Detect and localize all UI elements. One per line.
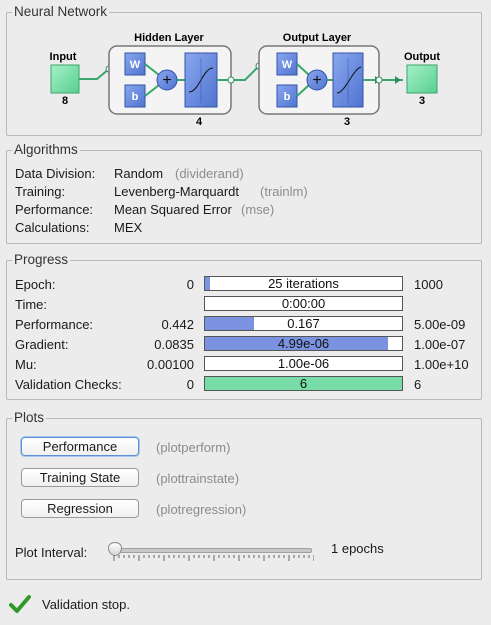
progress-start-validation: 0 [186, 377, 194, 392]
progress-bar-mu: 1.00e-06 [204, 356, 403, 371]
algo-value-performance: Mean Squared Error [114, 202, 232, 217]
algorithms-title: Algorithms [12, 142, 80, 157]
progress-label-epoch: Epoch: [15, 277, 56, 292]
progress-label-gradient: Gradient: [15, 337, 69, 352]
hidden-layer-label: Hidden Layer [134, 32, 204, 44]
progress-bar-performance: 0.167 [204, 316, 403, 331]
progress-value-time: 0:00:00 [281, 296, 326, 311]
progress-end-gradient: 1.00e-07 [414, 337, 466, 352]
plot-regression-fn: (plotregression) [156, 502, 247, 517]
algo-label-training: Training: [15, 184, 66, 199]
progress-end-epoch: 1000 [414, 277, 443, 292]
network-diagram: Input 8 Hidden Layer W b + 4 Output Laye… [50, 32, 441, 128]
hidden-b-label: b [132, 91, 139, 103]
progress-label-mu: Mu: [15, 357, 37, 372]
output-layer-size: 3 [344, 116, 350, 128]
hidden-size: 4 [196, 116, 203, 128]
progress-value-gradient: 4.99e-06 [277, 336, 330, 351]
plot-trainstate-button[interactable]: Training State [21, 468, 139, 487]
progress-bar-gradient: 4.99e-06 [204, 336, 403, 351]
output-label: Output [404, 51, 440, 63]
progress-value-validation: 6 [299, 376, 308, 391]
output-size: 3 [419, 95, 425, 107]
algo-value-calculations: MEX [114, 220, 143, 235]
algo-label-division: Data Division: [15, 166, 96, 181]
plot-interval-value: 1 epochs [331, 541, 384, 556]
svg-text:+: + [312, 72, 321, 89]
algo-fn-training: (trainlm) [260, 184, 308, 199]
input-size: 8 [62, 95, 68, 107]
plots-title: Plots [12, 410, 47, 425]
progress-start-gradient: 0.0835 [154, 337, 194, 352]
progress-end-performance: 5.00e-09 [414, 317, 466, 332]
progress-title: Progress [12, 252, 71, 267]
algo-value-training: Levenberg-Marquardt [114, 184, 240, 199]
algo-value-division: Random [114, 166, 164, 181]
output-layer-label: Output Layer [283, 32, 352, 44]
progress-start-mu: 0.00100 [147, 357, 194, 372]
plot-performance-fn: (plotperform) [156, 440, 231, 455]
algo-fn-performance: (mse) [241, 202, 275, 217]
plot-interval-slider[interactable] [108, 540, 314, 562]
status-text: Validation stop. [42, 597, 130, 612]
progress-value-performance: 0.167 [287, 316, 320, 331]
progress-bar-validation: 6 [204, 376, 403, 391]
plot-performance-button[interactable]: Performance [21, 437, 139, 456]
progress-bar-epoch: 25 iterations [204, 276, 403, 291]
progress-bar-time: 0:00:00 [204, 296, 403, 311]
progress-end-mu: 1.00e+10 [414, 357, 469, 372]
output-node [406, 64, 438, 94]
hidden-w-label: W [130, 59, 141, 71]
progress-label-time: Time: [15, 297, 48, 312]
slider-ticks [113, 555, 314, 561]
output-b-label: b [284, 91, 291, 103]
neural-network-panel: Neural Network Input 8 Hidden Layer W b … [6, 4, 482, 136]
plot-regression-button[interactable]: Regression [21, 499, 139, 518]
output-w-label: W [282, 59, 293, 71]
svg-text:+: + [162, 72, 171, 89]
algo-fn-division: (dividerand) [175, 166, 244, 181]
progress-value-epoch: 25 iterations [268, 276, 339, 291]
progress-label-performance: Performance: [15, 317, 94, 332]
algo-label-calculations: Calculations: [15, 220, 90, 235]
input-node [50, 64, 80, 94]
checkmark-icon [9, 595, 31, 613]
progress-label-validation: Validation Checks: [15, 377, 122, 392]
progress-value-mu: 1.00e-06 [277, 356, 330, 371]
progress-end-validation: 6 [414, 377, 422, 392]
plot-trainstate-fn: (plottrainstate) [156, 471, 240, 486]
plot-interval-label: Plot Interval: [15, 545, 88, 560]
progress-start-performance: 0.442 [161, 317, 194, 332]
progress-start-epoch: 0 [186, 277, 194, 292]
input-label: Input [50, 51, 77, 63]
algo-label-performance: Performance: [15, 202, 94, 217]
input-connector [79, 68, 110, 80]
hidden-connector [231, 65, 260, 81]
